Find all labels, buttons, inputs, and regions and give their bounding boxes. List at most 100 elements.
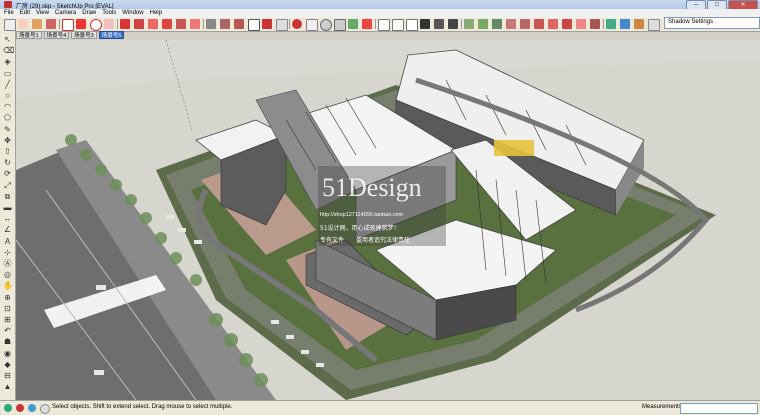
zoom-window-tool-icon[interactable]: [334, 19, 346, 31]
3d-text-icon[interactable]: Ⓐ: [3, 259, 12, 268]
arc-icon[interactable]: ◠: [3, 102, 12, 111]
scale-tool-icon[interactable]: [176, 19, 186, 29]
rotate-icon[interactable]: ↻: [3, 158, 12, 167]
previous-view-icon[interactable]: [362, 19, 372, 29]
extension-warehouse-icon[interactable]: [634, 19, 644, 29]
section-cut-icon[interactable]: [492, 19, 502, 29]
zoom-window-icon[interactable]: ⊡: [3, 304, 12, 313]
line-tool-icon[interactable]: [76, 19, 86, 29]
select-arrow-icon[interactable]: ↖: [3, 35, 12, 44]
walk-icon[interactable]: [448, 19, 458, 29]
scene-tab[interactable]: 场景号3: [71, 31, 97, 39]
menu-edit[interactable]: Edit: [20, 9, 30, 18]
pan-tool-icon[interactable]: [306, 19, 318, 31]
paint-bucket-tool-icon[interactable]: [46, 19, 56, 29]
menu-bar: File Edit View Camera Draw Tools Window …: [0, 9, 760, 18]
layout-icon[interactable]: [648, 19, 660, 31]
display-section-icon[interactable]: [478, 19, 488, 29]
title-bar: 厂房 (29).skp - SketchUp Pro [EVAL] – □ ✕: [0, 0, 760, 10]
axes-icon[interactable]: ⊹: [3, 248, 12, 257]
move-tool-icon[interactable]: [120, 19, 130, 29]
scene-tab-active[interactable]: 场景号5: [98, 31, 125, 39]
zoom-tool-icon[interactable]: [320, 19, 332, 31]
position-camera-icon[interactable]: ◆: [3, 360, 12, 369]
sandbox-from-scratch-icon[interactable]: [520, 19, 530, 29]
push-pull-tool-icon[interactable]: [134, 19, 144, 29]
scene-tab[interactable]: 场景号1: [16, 31, 42, 39]
sandbox-from-contours-icon[interactable]: [506, 19, 516, 29]
follow-me-tool-icon[interactable]: [162, 19, 172, 29]
previous-view-icon[interactable]: ↶: [3, 326, 12, 335]
menu-window[interactable]: Window: [122, 9, 143, 18]
instructor-icon[interactable]: [40, 404, 50, 414]
drape-icon[interactable]: [562, 19, 572, 29]
section-plane-icon[interactable]: [464, 19, 474, 29]
dimension-icon[interactable]: ↔: [3, 214, 12, 223]
follow-me-icon[interactable]: ⟳: [3, 169, 12, 178]
circle-tool-icon[interactable]: [90, 19, 102, 31]
top-view-icon[interactable]: [392, 19, 404, 31]
3d-text-tool-icon[interactable]: [276, 19, 288, 31]
smoove-icon[interactable]: [534, 19, 544, 29]
menu-file[interactable]: File: [4, 9, 14, 18]
line-icon[interactable]: ╱: [3, 80, 12, 89]
push-pull-icon[interactable]: ⇧: [3, 147, 12, 156]
rotate-tool-icon[interactable]: [148, 19, 158, 29]
zoom-extents-tool-icon[interactable]: [348, 19, 358, 29]
pan-icon[interactable]: ✋: [3, 281, 13, 290]
orbit-icon[interactable]: ◎: [3, 270, 12, 279]
rectangle-tool-icon[interactable]: [62, 19, 74, 31]
walk-icon[interactable]: ☗: [3, 337, 12, 346]
scale-icon[interactable]: ⤢: [3, 181, 12, 190]
rectangle-icon[interactable]: ▭: [3, 69, 12, 78]
make-component-icon[interactable]: [18, 19, 28, 29]
menu-draw[interactable]: Draw: [82, 9, 96, 18]
iso-view-icon[interactable]: [378, 19, 390, 31]
eraser-icon[interactable]: ⌫: [3, 46, 14, 55]
tape-measure-tool-icon[interactable]: [206, 19, 216, 29]
menu-tools[interactable]: Tools: [102, 9, 116, 18]
help-icon[interactable]: [28, 404, 36, 412]
look-around-icon[interactable]: [434, 19, 444, 29]
zoom-extents-icon[interactable]: ⊞: [3, 315, 12, 324]
look-around-icon[interactable]: ◉: [3, 349, 12, 358]
add-detail-icon[interactable]: [576, 19, 586, 29]
orbit-tool-icon[interactable]: [292, 19, 302, 29]
get-models-icon[interactable]: [606, 19, 616, 29]
model-viewport[interactable]: 51Design http://shop127114090.taobao.com…: [16, 40, 760, 400]
axes-tool-icon[interactable]: [262, 19, 272, 29]
polygon-icon[interactable]: ⬠: [3, 113, 12, 122]
paint-bucket-icon[interactable]: ◈: [3, 57, 12, 66]
offset-icon[interactable]: ⧉: [3, 192, 12, 201]
zoom-icon[interactable]: ⊕: [3, 293, 12, 302]
protractor-icon[interactable]: ∠: [3, 225, 12, 234]
measurements-input[interactable]: [680, 403, 758, 414]
menu-help[interactable]: Help: [150, 9, 162, 18]
credits-icon[interactable]: [16, 404, 24, 412]
move-icon[interactable]: ✥: [3, 136, 12, 145]
tape-measure-icon[interactable]: ▬: [3, 203, 12, 212]
arc-tool-icon[interactable]: [104, 19, 114, 29]
shadow-settings-tray[interactable]: Shadow Settings: [664, 17, 760, 29]
sandbox-icon[interactable]: ▲: [3, 382, 12, 391]
circle-icon[interactable]: ○: [3, 91, 12, 100]
share-model-icon[interactable]: [620, 19, 630, 29]
section-plane-icon[interactable]: ⊟: [3, 371, 12, 380]
stamp-icon[interactable]: [548, 19, 558, 29]
dimension-tool-icon[interactable]: [220, 19, 230, 29]
protractor-tool-icon[interactable]: [234, 19, 244, 29]
eraser-tool-icon[interactable]: [32, 19, 42, 29]
3d-model-view[interactable]: 51Design http://shop127114090.taobao.com…: [16, 40, 760, 400]
geo-location-icon[interactable]: [4, 404, 12, 412]
front-view-icon[interactable]: [406, 19, 418, 31]
text-icon[interactable]: A: [3, 237, 12, 246]
offset-tool-icon[interactable]: [190, 19, 200, 29]
flip-edge-icon[interactable]: [590, 19, 600, 29]
select-tool-icon[interactable]: [4, 19, 16, 31]
text-tool-icon[interactable]: [248, 19, 260, 31]
position-camera-icon[interactable]: [420, 19, 430, 29]
menu-view[interactable]: View: [36, 9, 49, 18]
freehand-icon[interactable]: ✎: [3, 125, 12, 134]
scene-tab[interactable]: 场景号4: [43, 31, 70, 39]
menu-camera[interactable]: Camera: [55, 9, 76, 18]
